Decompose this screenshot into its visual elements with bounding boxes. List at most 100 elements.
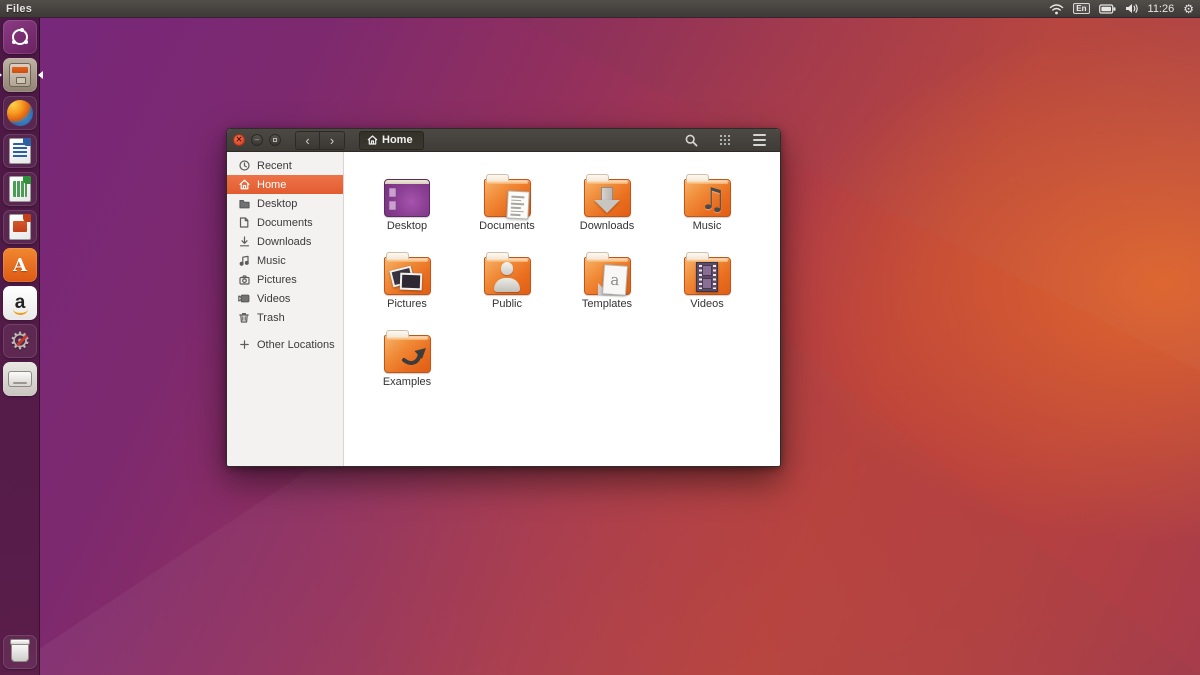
sidebar-separator — [227, 327, 343, 335]
sidebar-item-music[interactable]: Music — [227, 251, 343, 270]
file-item-desktop[interactable]: Desktop — [357, 165, 457, 243]
launcher-item-files[interactable] — [3, 58, 37, 92]
trash-icon — [238, 312, 250, 323]
file-label: Desktop — [387, 220, 427, 232]
minimize-button[interactable]: – — [251, 134, 263, 146]
clock[interactable]: 11:26 — [1148, 3, 1175, 15]
desktop-icon — [384, 179, 430, 217]
launcher-item-libreoffice-writer[interactable] — [3, 134, 37, 168]
volume-icon[interactable] — [1125, 3, 1139, 14]
system-settings-icon: ⚙ — [9, 327, 31, 356]
symlink-arrow-icon — [402, 344, 426, 371]
launcher-item-dash[interactable] — [3, 20, 37, 54]
file-item-examples[interactable]: Examples — [357, 321, 457, 399]
appmenu-title[interactable]: Files — [0, 3, 32, 15]
amazon-icon: a — [15, 296, 26, 310]
sidebar-item-pictures[interactable]: Pictures — [227, 270, 343, 289]
folder-icon — [238, 199, 250, 209]
places-sidebar: Recent Home Desktop Documents Downloads — [227, 152, 344, 466]
files-window: ✕ – ‹ › Home — [226, 128, 781, 467]
document-overlay-icon — [506, 190, 529, 219]
sidebar-item-other-locations[interactable]: Other Locations — [227, 335, 343, 354]
search-button[interactable] — [680, 131, 702, 150]
writer-icon — [9, 138, 31, 164]
photo-icon — [399, 273, 422, 291]
launcher-item-firefox[interactable] — [3, 96, 37, 130]
recent-icon — [238, 160, 250, 171]
sidebar-item-desktop[interactable]: Desktop — [227, 194, 343, 213]
menu-button[interactable] — [748, 131, 770, 150]
video-icon — [238, 294, 250, 303]
running-indicator — [0, 71, 2, 79]
filmstrip-icon — [696, 262, 718, 292]
launcher-spacer — [0, 398, 40, 633]
sidebar-item-home[interactable]: Home — [227, 175, 343, 194]
close-button[interactable]: ✕ — [233, 134, 245, 146]
sidebar-item-recent[interactable]: Recent — [227, 156, 343, 175]
person-icon — [492, 262, 522, 292]
document-icon — [238, 217, 250, 228]
file-label: Examples — [383, 376, 431, 388]
file-item-videos[interactable]: Videos — [657, 243, 757, 321]
file-item-documents[interactable]: Documents — [457, 165, 557, 243]
home-icon — [367, 135, 378, 145]
template-paper-icon: a — [601, 264, 627, 296]
sidebar-item-videos[interactable]: Videos — [227, 289, 343, 308]
files-icon — [9, 63, 31, 87]
keyboard-layout-indicator[interactable]: En — [1073, 3, 1089, 14]
ubuntu-software-icon: A — [13, 255, 27, 276]
file-label: Pictures — [387, 298, 427, 310]
launcher-item-disks[interactable] — [3, 362, 37, 396]
impress-icon — [9, 214, 31, 240]
camera-icon — [238, 275, 250, 285]
wifi-icon[interactable] — [1049, 3, 1064, 15]
calc-icon — [9, 176, 31, 202]
file-item-pictures[interactable]: Pictures — [357, 243, 457, 321]
file-label: Videos — [690, 298, 723, 310]
focused-indicator — [38, 71, 43, 79]
file-view[interactable]: Desktop Documents Downloads — [344, 152, 780, 466]
grid-view-icon — [720, 135, 731, 146]
search-icon — [685, 134, 698, 147]
view-grid-button[interactable] — [714, 131, 736, 150]
top-panel: Files En 11:26 ⚙ — [0, 0, 1200, 18]
location-label: Home — [382, 134, 413, 146]
forward-button[interactable]: › — [320, 131, 345, 150]
plus-icon — [238, 340, 250, 349]
file-label: Public — [492, 298, 522, 310]
desktop-wallpaper: Files En 11:26 ⚙ — [0, 0, 1200, 675]
launcher-item-amazon[interactable]: a — [3, 286, 37, 320]
session-gear-icon[interactable]: ⚙ — [1183, 3, 1194, 15]
icon-grid: Desktop Documents Downloads — [357, 165, 780, 399]
download-icon — [238, 236, 250, 247]
launcher-item-libreoffice-impress[interactable] — [3, 210, 37, 244]
file-item-music[interactable]: ♫ Music — [657, 165, 757, 243]
launcher-item-libreoffice-calc[interactable] — [3, 172, 37, 206]
home-icon — [238, 179, 250, 190]
sidebar-item-documents[interactable]: Documents — [227, 213, 343, 232]
location-breadcrumb[interactable]: Home — [359, 131, 424, 150]
battery-icon[interactable] — [1099, 4, 1116, 14]
back-button[interactable]: ‹ — [295, 131, 320, 150]
file-label: Documents — [479, 220, 535, 232]
file-item-downloads[interactable]: Downloads — [557, 165, 657, 243]
maximize-button[interactable] — [269, 134, 281, 146]
launcher-item-trash[interactable] — [3, 635, 37, 669]
sidebar-item-downloads[interactable]: Downloads — [227, 232, 343, 251]
launcher-item-ubuntu-software[interactable]: A — [3, 248, 37, 282]
ubuntu-logo-icon — [12, 29, 28, 45]
headerbar: ✕ – ‹ › Home — [227, 129, 780, 152]
sidebar-item-trash[interactable]: Trash — [227, 308, 343, 327]
file-item-public[interactable]: Public — [457, 243, 557, 321]
file-label: Templates — [582, 298, 632, 310]
music-note-icon — [238, 255, 250, 266]
disk-icon — [8, 371, 32, 387]
hamburger-menu-icon — [753, 134, 766, 146]
file-label: Music — [693, 220, 722, 232]
music-note-icon: ♫ — [700, 185, 727, 215]
file-label: Downloads — [580, 220, 634, 232]
firefox-icon — [7, 100, 33, 126]
unity-launcher: A a ⚙ — [0, 18, 40, 675]
launcher-item-system-settings[interactable]: ⚙ — [3, 324, 37, 358]
file-item-templates[interactable]: a Templates — [557, 243, 657, 321]
